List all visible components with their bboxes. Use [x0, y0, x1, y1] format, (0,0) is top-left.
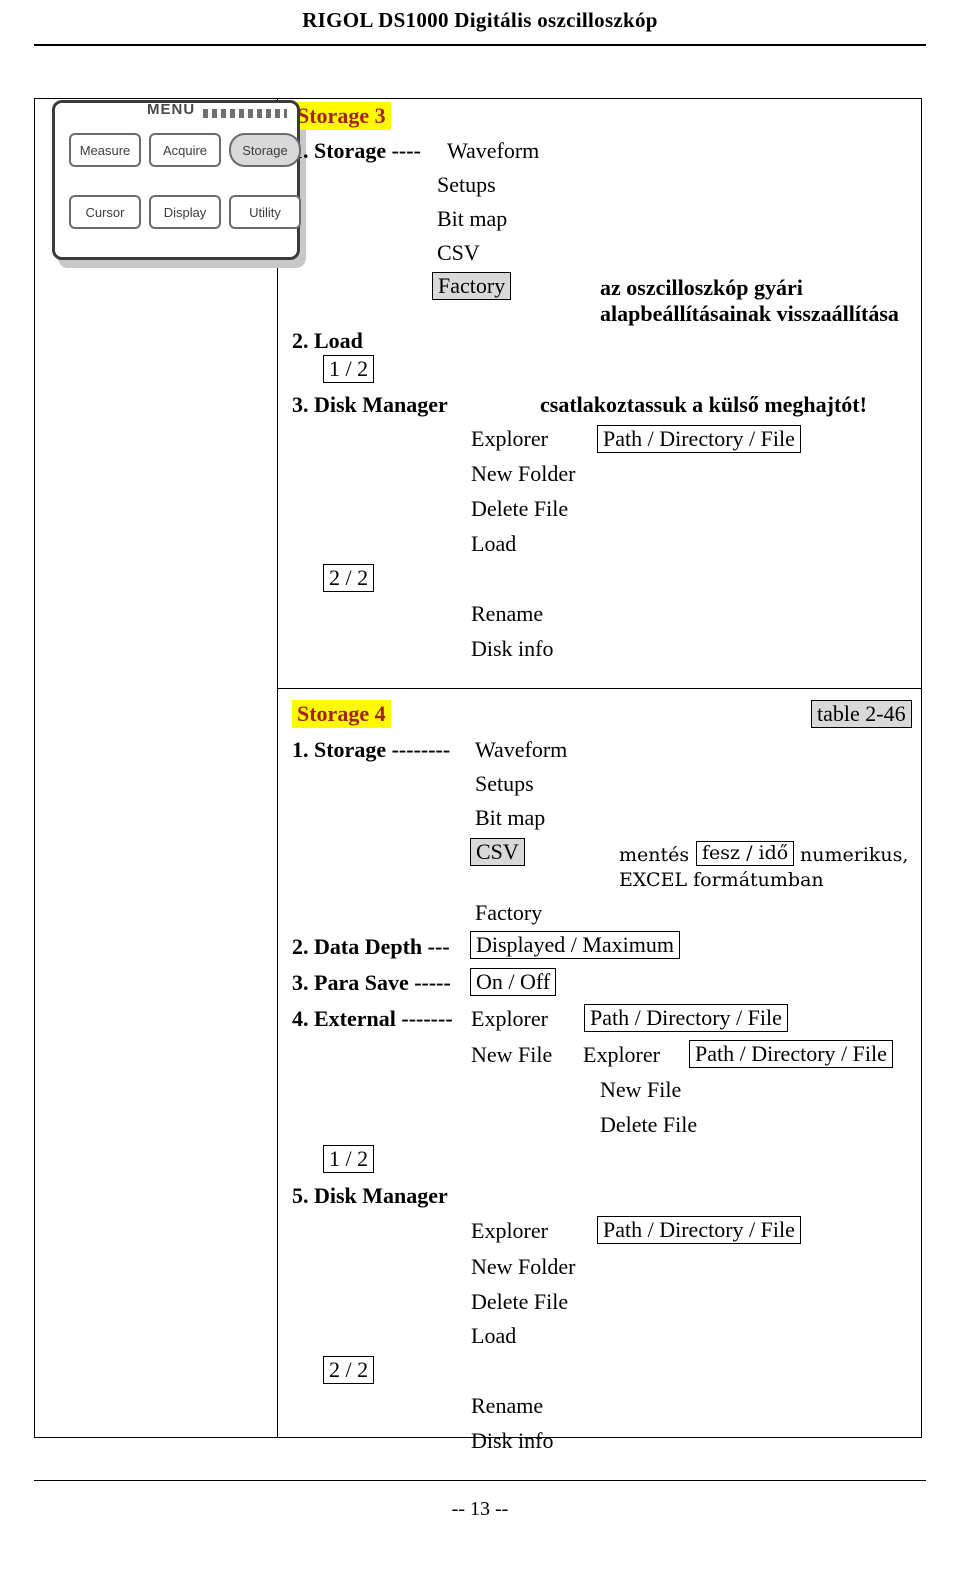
storage4-rename: Rename [471, 1393, 544, 1418]
storage4-new-file-2: New File [600, 1077, 682, 1102]
storage4-page-1-2: 1 / 2 [323, 1145, 375, 1173]
storage3-delete-file: Delete File [471, 496, 569, 521]
storage4-load: Load [471, 1323, 517, 1348]
storage3-item1-value: Waveform [447, 138, 540, 163]
storage4-table-reference: table 2-46 [811, 700, 912, 728]
storage4-delete-file: Delete File [600, 1112, 698, 1137]
footer-divider [34, 1480, 926, 1481]
storage3-page-2-2: 2 / 2 [323, 564, 375, 592]
storage4-new-file: New File [471, 1042, 553, 1067]
storage3-explorer-value: Path / Directory / File [597, 425, 801, 453]
header-divider [34, 44, 926, 46]
storage4-item3-label: 3. Para Save ----- [292, 970, 451, 995]
storage3-item1-label: 1. Storage ---- [292, 138, 421, 163]
storage4-explorer: Explorer [471, 1218, 548, 1243]
storage4-new-file-explorer-value: Path / Directory / File [689, 1040, 893, 1068]
storage4-item5-label: 5. Disk Manager [292, 1183, 448, 1208]
storage3-page-1-2: 1 / 2 [323, 355, 375, 383]
storage4-new-folder: New Folder [471, 1254, 576, 1279]
storage3-rename: Rename [471, 601, 544, 626]
storage4-csv-note-boxed: fesz / idő [696, 841, 795, 866]
storage3-item2-label: 2. Load [292, 328, 363, 353]
storage4-heading: Storage 4 [292, 700, 391, 728]
menu-bar-icon [203, 109, 287, 118]
footer-page-number: -- 13 -- [451, 1498, 509, 1520]
document-page: RIGOL DS1000 Digitális oszcilloszkóp MEN… [0, 0, 960, 1580]
panel-key-measure[interactable]: Measure [69, 133, 141, 167]
storage4-csv-note-part2: numerikus, [800, 844, 909, 866]
storage3-item3-note: csatlakoztassuk a külső meghajtót! [540, 392, 867, 417]
storage4-item1-value: Waveform [475, 737, 568, 762]
front-panel-illustration: MENU Measure Acquire Storage Cursor Disp… [34, 98, 306, 278]
storage3-item3-label: 3. Disk Manager [292, 392, 448, 417]
storage4-item2-value: Displayed / Maximum [470, 931, 680, 959]
panel-key-display[interactable]: Display [149, 195, 221, 229]
storage3-disk-info: Disk info [471, 636, 554, 661]
storage4-csv-note-part1: mentés [619, 844, 690, 866]
storage4-new-file-explorer: Explorer [583, 1042, 660, 1067]
storage3-factory-note-2: alapbeállításainak visszaállítása [600, 301, 899, 326]
storage4-csv: CSV [470, 838, 525, 866]
storage3-factory-note-1: az oszcilloszkóp gyári [600, 275, 803, 300]
storage3-explorer: Explorer [471, 426, 548, 451]
column-divider [277, 99, 278, 1437]
storage4-csv-note-line2: EXCEL formátumban [619, 869, 824, 891]
panel-key-utility[interactable]: Utility [229, 195, 301, 229]
storage3-setups: Setups [437, 172, 496, 197]
panel-key-acquire[interactable]: Acquire [149, 133, 221, 167]
storage3-bitmap: Bit map [437, 206, 508, 231]
storage4-factory: Factory [475, 900, 543, 925]
storage4-item4-label: 4. External ------- [292, 1006, 453, 1031]
panel-key-cursor[interactable]: Cursor [69, 195, 141, 229]
page-header: RIGOL DS1000 Digitális oszcilloszkóp [0, 0, 960, 52]
storage4-delete-file-2: Delete File [471, 1289, 569, 1314]
storage3-new-folder: New Folder [471, 461, 576, 486]
storage3-factory: Factory [432, 272, 512, 300]
storage3-heading: Storage 3 [292, 102, 391, 130]
panel-outline: MENU Measure Acquire Storage Cursor Disp… [52, 100, 301, 260]
storage4-item2-label: 2. Data Depth --- [292, 934, 450, 959]
menu-label: MENU [147, 101, 196, 118]
storage4-bitmap: Bit map [475, 805, 546, 830]
panel-key-storage[interactable]: Storage [229, 133, 301, 167]
storage4-item3-value: On / Off [470, 968, 557, 996]
storage3-csv: CSV [437, 240, 480, 265]
storage4-page-2-2: 2 / 2 [323, 1356, 375, 1384]
storage4-item4-explorer-value: Path / Directory / File [584, 1004, 788, 1032]
section-divider [278, 688, 921, 689]
storage4-explorer-value: Path / Directory / File [597, 1216, 801, 1244]
storage4-item1-label: 1. Storage -------- [292, 737, 451, 762]
storage4-disk-info: Disk info [471, 1428, 554, 1453]
storage4-setups: Setups [475, 771, 534, 796]
header-title: RIGOL DS1000 Digitális oszcilloszkóp [302, 8, 658, 32]
storage4-item4-explorer: Explorer [471, 1006, 548, 1031]
storage3-load: Load [471, 531, 517, 556]
